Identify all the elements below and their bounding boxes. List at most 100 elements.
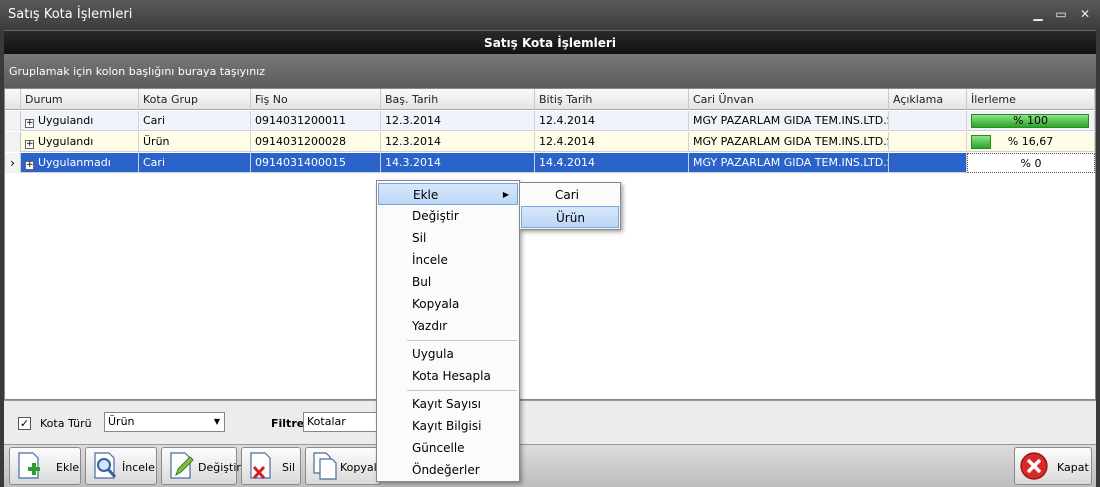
- progress-label: % 16,67: [1007, 135, 1054, 148]
- filter-bar: ✓ Kota Türü Ürün ▼ Filtre Kotalar: [4, 400, 1096, 444]
- magnifier-icon: [94, 452, 117, 479]
- kota-turu-select[interactable]: Ürün ▼: [104, 412, 225, 432]
- column-header-ilerleme[interactable]: İlerleme: [967, 89, 1095, 110]
- column-header-kota-grup[interactable]: Kota Grup: [139, 89, 251, 110]
- cell-fis-no: 0914031200011: [251, 111, 381, 131]
- minimize-icon[interactable]: ▁: [1031, 7, 1045, 21]
- menu-item-yazdir[interactable]: Yazdır: [378, 315, 518, 337]
- sil-button[interactable]: Sil: [241, 447, 301, 485]
- cell-bas-tarih: 14.3.2014: [381, 153, 535, 173]
- close-icon[interactable]: ✕: [1078, 7, 1092, 21]
- close-circle-icon: [1020, 452, 1048, 480]
- expand-icon[interactable]: +: [25, 161, 34, 170]
- sil-label: Sil: [282, 461, 296, 474]
- column-header-aciklama[interactable]: Açıklama: [889, 89, 967, 110]
- menu-item-uygula[interactable]: Uygula: [378, 343, 518, 365]
- delete-document-icon: [250, 452, 271, 480]
- filtre-select[interactable]: Kotalar: [303, 412, 383, 432]
- group-by-panel[interactable]: Gruplamak için kolon başlığını buraya ta…: [4, 54, 1096, 88]
- cell-bitis-tarih: 12.4.2014: [535, 132, 689, 152]
- cell-ilerleme: % 16,67: [967, 132, 1095, 152]
- menu-item-incele[interactable]: İncele: [378, 249, 518, 271]
- cell-ilerleme: % 100: [967, 111, 1095, 131]
- kota-turu-checkbox[interactable]: ✓: [18, 417, 31, 430]
- cell-aciklama: [889, 132, 967, 152]
- cell-durum: + Uygulandı: [21, 111, 139, 131]
- chevron-down-icon: ▼: [213, 417, 220, 426]
- group-panel-hint: Gruplamak için kolon başlığını buraya ta…: [9, 65, 266, 78]
- cell-aciklama: [889, 111, 967, 131]
- kapat-button[interactable]: Kapat: [1014, 447, 1092, 485]
- kota-turu-label: Kota Türü: [40, 417, 92, 430]
- page-header: Satış Kota İşlemleri: [4, 30, 1096, 54]
- menu-item-bul[interactable]: Bul: [378, 271, 518, 293]
- incele-label: İncele: [122, 461, 155, 474]
- menu-item-label: Ekle: [413, 188, 439, 202]
- menu-item-ondegerler[interactable]: Öndeğerler: [378, 459, 518, 481]
- column-header-cari-unvan[interactable]: Cari Ünvan: [689, 89, 889, 110]
- maximize-icon[interactable]: ▭: [1054, 7, 1068, 21]
- cell-kota-grup: Cari: [139, 111, 251, 131]
- indicator-header: [5, 89, 21, 110]
- cell-fis-no: 0914031400015: [251, 153, 381, 173]
- cell-cari-unvan: MGY PAZARLAM GIDA TEM.INS.LTD.S...: [689, 153, 889, 173]
- expand-icon[interactable]: +: [25, 119, 34, 128]
- incele-button[interactable]: İncele: [85, 447, 157, 485]
- cell-fis-no: 0914031200028: [251, 132, 381, 152]
- cell-durum: + Uygulandı: [21, 132, 139, 152]
- table-row-selected[interactable]: › + Uygulanmadı Cari 0914031400015 14.3.2…: [5, 153, 1095, 173]
- menu-item-guncelle[interactable]: Güncelle: [378, 437, 518, 459]
- menu-item-kayit-bilgisi[interactable]: Kayıt Bilgisi: [378, 415, 518, 437]
- menu-item-kayit-sayisi[interactable]: Kayıt Sayısı: [378, 393, 518, 415]
- grid-column-headers: Durum Kota Grup Fiş No Baş. Tarih Bitiş …: [5, 89, 1095, 110]
- submenu-ekle: Cari Ürün: [519, 182, 621, 230]
- context-menu: Ekle ▶ Değiştir Sil İncele Bul Kopyala Y…: [376, 180, 520, 482]
- expand-icon[interactable]: +: [25, 140, 34, 149]
- edit-pencil-icon: [170, 452, 194, 479]
- kapat-label: Kapat: [1057, 461, 1089, 474]
- menu-item-sil[interactable]: Sil: [378, 227, 518, 249]
- submenu-arrow-icon: ▶: [502, 190, 509, 199]
- window-titlebar: Satış Kota İşlemleri ▁ ▭ ✕: [0, 0, 1100, 30]
- ekle-label: Ekle: [56, 461, 80, 474]
- row-indicator: [5, 132, 21, 152]
- submenu-item-urun[interactable]: Ürün: [521, 206, 619, 228]
- table-row[interactable]: + Uygulandı Cari 0914031200011 12.3.2014 …: [5, 111, 1095, 131]
- cell-bitis-tarih: 12.4.2014: [535, 111, 689, 131]
- cell-ilerleme: % 0: [967, 153, 1095, 173]
- submenu-item-cari[interactable]: Cari: [521, 184, 619, 206]
- cell-kota-grup: Ürün: [139, 132, 251, 152]
- kopyala-button[interactable]: Kopyala: [305, 447, 383, 485]
- menu-item-degistir[interactable]: Değiştir: [378, 205, 518, 227]
- degistir-label: Değiştir: [198, 461, 241, 474]
- column-header-bas-tarih[interactable]: Baş. Tarih: [381, 89, 535, 110]
- column-header-durum[interactable]: Durum: [21, 89, 139, 110]
- cell-bas-tarih: 12.3.2014: [381, 132, 535, 152]
- data-grid[interactable]: Durum Kota Grup Fiş No Baş. Tarih Bitiş …: [4, 88, 1096, 400]
- kota-turu-value: Ürün: [108, 415, 135, 428]
- column-header-fis-no[interactable]: Fiş No: [251, 89, 381, 110]
- menu-item-kopyala[interactable]: Kopyala: [378, 293, 518, 315]
- copy-icon: [313, 452, 337, 480]
- add-document-icon: [18, 452, 40, 479]
- window-title: Satış Kota İşlemleri: [8, 7, 133, 22]
- table-row[interactable]: + Uygulandı Ürün 0914031200028 12.3.2014 …: [5, 132, 1095, 152]
- cell-cari-unvan: MGY PAZARLAM GIDA TEM.INS.LTD.S...: [689, 132, 889, 152]
- filtre-value: Kotalar: [307, 415, 346, 428]
- cell-aciklama: [889, 153, 967, 173]
- menu-item-ekle[interactable]: Ekle ▶: [378, 183, 518, 205]
- cell-bas-tarih: 12.3.2014: [381, 111, 535, 131]
- bottom-toolbar: Ekle İncele Değiştir Sil Kopyala Kapat: [4, 444, 1096, 487]
- menu-separator: [407, 340, 517, 341]
- cell-kota-grup: Cari: [139, 153, 251, 173]
- cell-durum: + Uygulanmadı: [21, 153, 139, 173]
- menu-separator: [407, 390, 517, 391]
- menu-item-kota-hesapla[interactable]: Kota Hesapla: [378, 365, 518, 387]
- progress-label: % 0: [1020, 157, 1042, 170]
- durum-text: Uygulandı: [38, 135, 94, 148]
- column-header-bitis-tarih[interactable]: Bitiş Tarih: [535, 89, 689, 110]
- degistir-button[interactable]: Değiştir: [161, 447, 241, 485]
- ekle-button[interactable]: Ekle: [9, 447, 81, 485]
- row-indicator: [5, 111, 21, 131]
- cell-cari-unvan: MGY PAZARLAM GIDA TEM.INS.LTD.S...: [689, 111, 889, 131]
